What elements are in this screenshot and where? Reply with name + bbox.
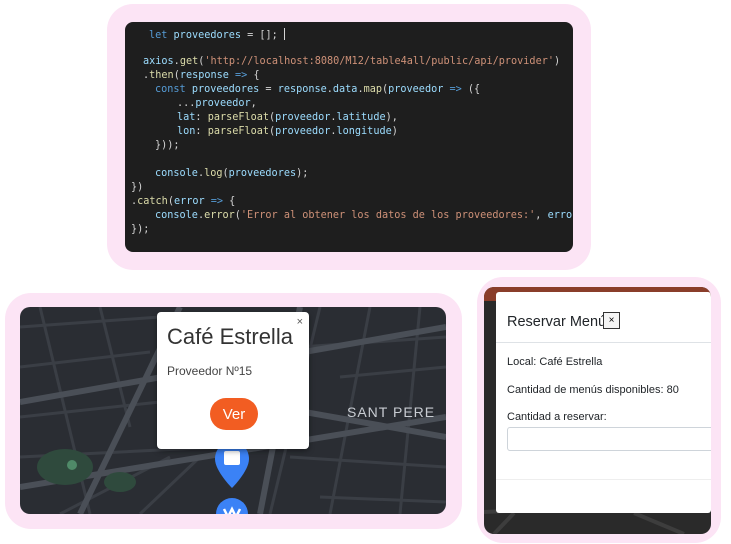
district-label: SANT PERE: [347, 404, 436, 420]
modal-backdrop[interactable]: Reservar Menú × Local: Café Estrella Can…: [484, 287, 711, 534]
map-canvas[interactable]: SANT PERE Café Estrella × Proveedor Nº15…: [20, 307, 446, 514]
code-line-12: console.error('Error al obtener los dato…: [155, 210, 573, 221]
text-caret: [283, 28, 285, 40]
reserve-quantity-label: Cantidad a reservar:: [507, 411, 607, 423]
map-popup: Café Estrella × Proveedor Nº15 Ver: [157, 312, 309, 449]
popup-close-icon[interactable]: ×: [297, 316, 303, 328]
modal-screenshot-frame: Reservar Menú × Local: Café Estrella Can…: [477, 277, 721, 543]
code-line-1: let proveedores = [];: [149, 28, 285, 41]
map-marker-icon-secondary[interactable]: [215, 497, 249, 514]
code-line-8: }));: [155, 140, 180, 151]
modal-close-button[interactable]: ×: [603, 312, 620, 329]
local-label: Local: Café Estrella: [507, 356, 603, 368]
code-line-7: lon: parseFloat(proveedor.longitude): [177, 126, 398, 137]
view-button[interactable]: Ver: [210, 398, 258, 430]
code-line-11: .catch(error => {: [131, 196, 236, 207]
reserve-modal: Reservar Menú × Local: Café Estrella Can…: [496, 292, 711, 513]
map-screenshot-frame: SANT PERE Café Estrella × Proveedor Nº15…: [5, 293, 462, 529]
modal-header-divider: [496, 342, 711, 343]
code-line-2: axios.get('http://localhost:8080/M12/tab…: [143, 56, 561, 67]
popup-subtitle: Proveedor Nº15: [167, 364, 253, 378]
code-screenshot-frame: let proveedores = []; axios.get('http://…: [107, 4, 591, 270]
available-menus-label: Cantidad de menús disponibles: 80: [507, 384, 679, 396]
code-line-9: console.log(proveedores);: [155, 168, 309, 179]
code-line-5: ...proveedor,: [177, 98, 257, 109]
reserve-quantity-input[interactable]: [507, 427, 711, 451]
code-line-3: .then(response => {: [143, 70, 260, 81]
code-editor: let proveedores = []; axios.get('http://…: [125, 22, 573, 252]
popup-title: Café Estrella: [167, 324, 293, 349]
modal-footer-divider: [496, 479, 711, 480]
modal-title: Reservar Menú: [507, 314, 607, 330]
code-line-10: }): [131, 182, 144, 193]
code-line-13: });: [131, 224, 150, 235]
code-line-6: lat: parseFloat(proveedor.latitude),: [177, 112, 398, 123]
code-line-4: const proveedores = response.data.map(pr…: [155, 84, 481, 95]
